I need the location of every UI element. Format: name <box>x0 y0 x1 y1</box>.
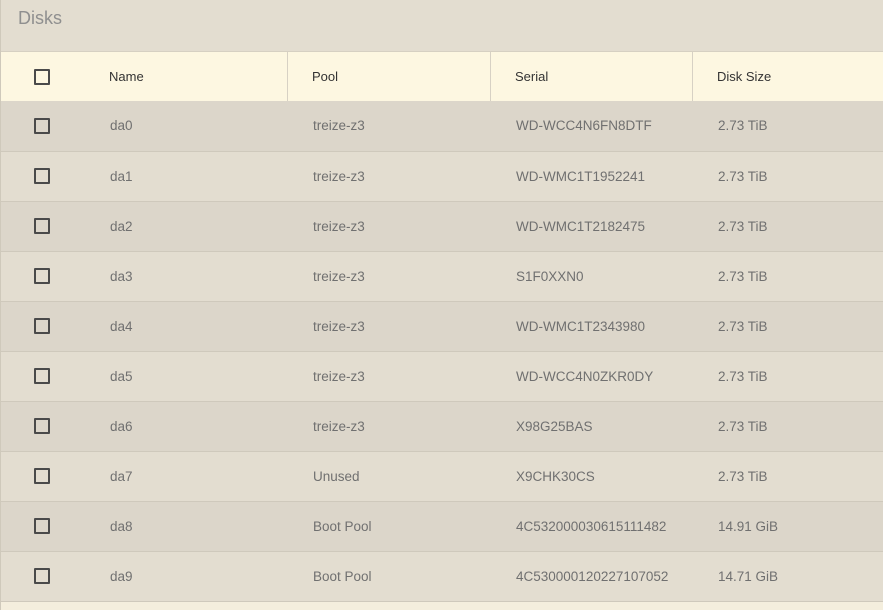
table-row[interactable]: da7 Unused X9CHK30CS 2.73 TiB <box>1 451 883 501</box>
table-row[interactable]: da5 treize-z3 WD-WCC4N0ZKR0DY 2.73 TiB <box>1 351 883 401</box>
page-title: Disks <box>1 0 883 52</box>
disk-size-cell: 14.71 GiB <box>718 568 779 584</box>
row-select-cell <box>1 351 85 401</box>
table-row[interactable]: da9 Boot Pool 4C530000120227107052 14.71 Gi… <box>1 551 883 601</box>
disk-size-cell: 2.73 TiB <box>718 468 768 484</box>
disk-name-cell: da9 <box>110 568 133 584</box>
pool-cell: treize-z3 <box>313 218 365 234</box>
row-select-cell <box>1 551 85 601</box>
row-select-cell <box>1 251 85 301</box>
table-footer-strip <box>1 601 883 610</box>
serial-cell: WD-WCC4N0ZKR0DY <box>516 368 654 384</box>
row-checkbox[interactable] <box>34 168 50 184</box>
table-row[interactable]: da6 treize-z3 X98G25BAS 2.73 TiB <box>1 401 883 451</box>
row-checkbox[interactable] <box>34 418 50 434</box>
row-checkbox[interactable] <box>34 318 50 334</box>
disk-name-cell: da4 <box>110 318 133 334</box>
row-select-cell <box>1 151 85 201</box>
disk-name-cell: da1 <box>110 168 133 184</box>
column-header-pool[interactable]: Pool <box>288 52 491 101</box>
select-all-cell <box>1 52 85 101</box>
serial-cell: WD-WMC1T2182475 <box>516 218 646 234</box>
serial-cell: WD-WMC1T1952241 <box>516 168 646 184</box>
disk-size-cell: 2.73 TiB <box>718 118 768 134</box>
serial-cell: X98G25BAS <box>516 418 593 434</box>
pool-cell: Boot Pool <box>313 568 372 584</box>
disk-size-cell: 2.73 TiB <box>718 318 768 334</box>
row-checkbox[interactable] <box>34 117 50 134</box>
table-body: da0 treize-z3 WD-WCC4N6FN8DTF 2.73 TiB da1 tr… <box>1 101 883 601</box>
table-row[interactable]: da4 treize-z3 WD-WMC1T2343980 2.73 TiB <box>1 301 883 351</box>
pool-cell: treize-z3 <box>313 268 365 284</box>
disk-name-cell: da7 <box>110 468 133 484</box>
disk-size-cell: 2.73 TiB <box>718 168 768 184</box>
disk-size-cell: 14.91 GiB <box>718 518 779 534</box>
disk-size-cell: 2.73 TiB <box>718 218 768 234</box>
table-header-row: Name Pool Serial Disk Size <box>1 52 883 101</box>
pool-cell: treize-z3 <box>313 168 365 184</box>
row-select-cell <box>1 401 85 451</box>
disk-name-cell: da2 <box>110 218 133 234</box>
serial-cell: WD-WMC1T2343980 <box>516 318 646 334</box>
serial-cell: 4C530000120227107052 <box>516 568 669 584</box>
row-select-cell <box>1 201 85 251</box>
table-row[interactable]: da0 treize-z3 WD-WCC4N6FN8DTF 2.73 TiB <box>1 101 883 151</box>
disks-panel: Disks Name Pool Serial Disk Size da0 trei… <box>0 0 883 610</box>
table-row[interactable]: da8 Boot Pool 4C532000030615111482 14.91 Gi… <box>1 501 883 551</box>
row-select-cell <box>1 301 85 351</box>
disk-name-cell: da6 <box>110 418 133 434</box>
column-header-serial[interactable]: Serial <box>491 52 693 101</box>
serial-cell: S1F0XXN0 <box>516 268 584 284</box>
column-header-name[interactable]: Name <box>85 52 288 101</box>
serial-cell: 4C532000030615111482 <box>516 518 667 534</box>
column-header-disk-size[interactable]: Disk Size <box>693 52 883 101</box>
serial-cell: WD-WCC4N6FN8DTF <box>516 118 652 134</box>
disk-size-cell: 2.73 TiB <box>718 418 768 434</box>
row-select-cell <box>1 451 85 501</box>
disk-size-cell: 2.73 TiB <box>718 268 768 284</box>
row-checkbox[interactable] <box>34 368 50 384</box>
pool-cell: treize-z3 <box>313 118 365 134</box>
row-checkbox[interactable] <box>34 468 50 484</box>
disk-size-cell: 2.73 TiB <box>718 368 768 384</box>
select-all-checkbox[interactable] <box>34 68 50 85</box>
pool-cell: treize-z3 <box>313 418 365 434</box>
pool-cell: treize-z3 <box>313 318 365 334</box>
row-checkbox[interactable] <box>34 568 50 584</box>
pool-cell: treize-z3 <box>313 368 365 384</box>
row-select-cell <box>1 101 85 151</box>
pool-cell: Unused <box>313 468 360 484</box>
disk-name-cell: da8 <box>110 518 133 534</box>
table-row[interactable]: da1 treize-z3 WD-WMC1T1952241 2.73 TiB <box>1 151 883 201</box>
disks-table: Name Pool Serial Disk Size da0 treize-z3 W… <box>1 52 883 602</box>
disk-name-cell: da0 <box>110 118 133 134</box>
table-row[interactable]: da3 treize-z3 S1F0XXN0 2.73 TiB <box>1 251 883 301</box>
disk-name-cell: da5 <box>110 368 133 384</box>
serial-cell: X9CHK30CS <box>516 468 595 484</box>
row-select-cell <box>1 501 85 551</box>
row-checkbox[interactable] <box>34 268 50 284</box>
disk-name-cell: da3 <box>110 268 133 284</box>
row-checkbox[interactable] <box>34 218 50 234</box>
row-checkbox[interactable] <box>34 518 50 534</box>
pool-cell: Boot Pool <box>313 518 372 534</box>
table-row[interactable]: da2 treize-z3 WD-WMC1T2182475 2.73 TiB <box>1 201 883 251</box>
